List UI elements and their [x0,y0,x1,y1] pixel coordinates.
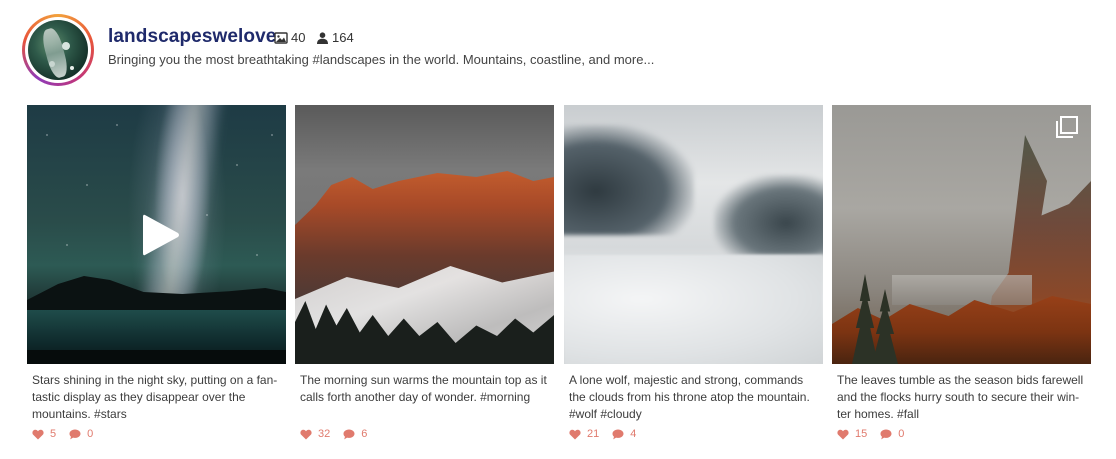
user-icon [317,31,328,44]
play-icon[interactable] [141,212,181,258]
post-caption: The leaves tumble as the season bids far… [837,373,1084,421]
like-count: 15 [855,428,868,440]
post-engagement: 32 6 [300,428,380,440]
post-thumbnail[interactable] [564,105,823,364]
profile-username[interactable]: landscapeswelove [108,26,276,48]
post-caption: Stars shining in the night sky, putting … [32,373,278,421]
post-grid: Stars shining in the night sky, putting … [27,105,1092,445]
post-engagement: 15 0 [837,428,917,440]
comment-icon[interactable] [612,429,624,440]
comment-icon[interactable] [343,429,355,440]
post-engagement: 5 0 [32,428,106,440]
multiple-images-icon [1056,116,1078,138]
like-count: 21 [587,428,600,440]
post-caption: A lone wolf, majestic and strong, comman… [569,373,810,421]
comment-count: 6 [361,428,368,440]
like-count: 5 [50,428,57,440]
post-card: The leaves tumble as the season bids far… [832,105,1091,445]
post-caption: The morning sun warms the mountain top a… [300,373,547,404]
comment-icon[interactable] [880,429,892,440]
posts-count-stat: 40 [274,30,305,45]
comment-icon[interactable] [69,429,81,440]
image-icon [274,31,288,44]
post-card: Stars shining in the night sky, putting … [27,105,286,445]
post-thumbnail[interactable] [295,105,554,364]
heart-icon[interactable] [32,429,44,440]
heart-icon[interactable] [569,429,581,440]
avatar[interactable] [22,14,94,86]
profile-header: landscapeswelove 40 164 Bringing you the… [22,14,1102,88]
comment-count: 0 [898,428,905,440]
avatar-image [28,20,88,80]
profile-bio: Bringing you the most breathtaking #land… [108,52,655,67]
followers-count-stat: 164 [316,30,354,45]
post-thumbnail[interactable] [832,105,1091,364]
post-card: The morning sun warms the mountain top a… [295,105,554,445]
comment-count: 4 [630,428,637,440]
posts-count: 40 [291,30,306,45]
heart-icon[interactable] [300,429,312,440]
followers-count: 164 [332,30,354,45]
comment-count: 0 [87,428,94,440]
post-thumbnail[interactable] [27,105,286,364]
like-count: 32 [318,428,331,440]
heart-icon[interactable] [837,429,849,440]
post-card: A lone wolf, majestic and strong, comman… [564,105,823,445]
post-engagement: 21 4 [569,428,649,440]
